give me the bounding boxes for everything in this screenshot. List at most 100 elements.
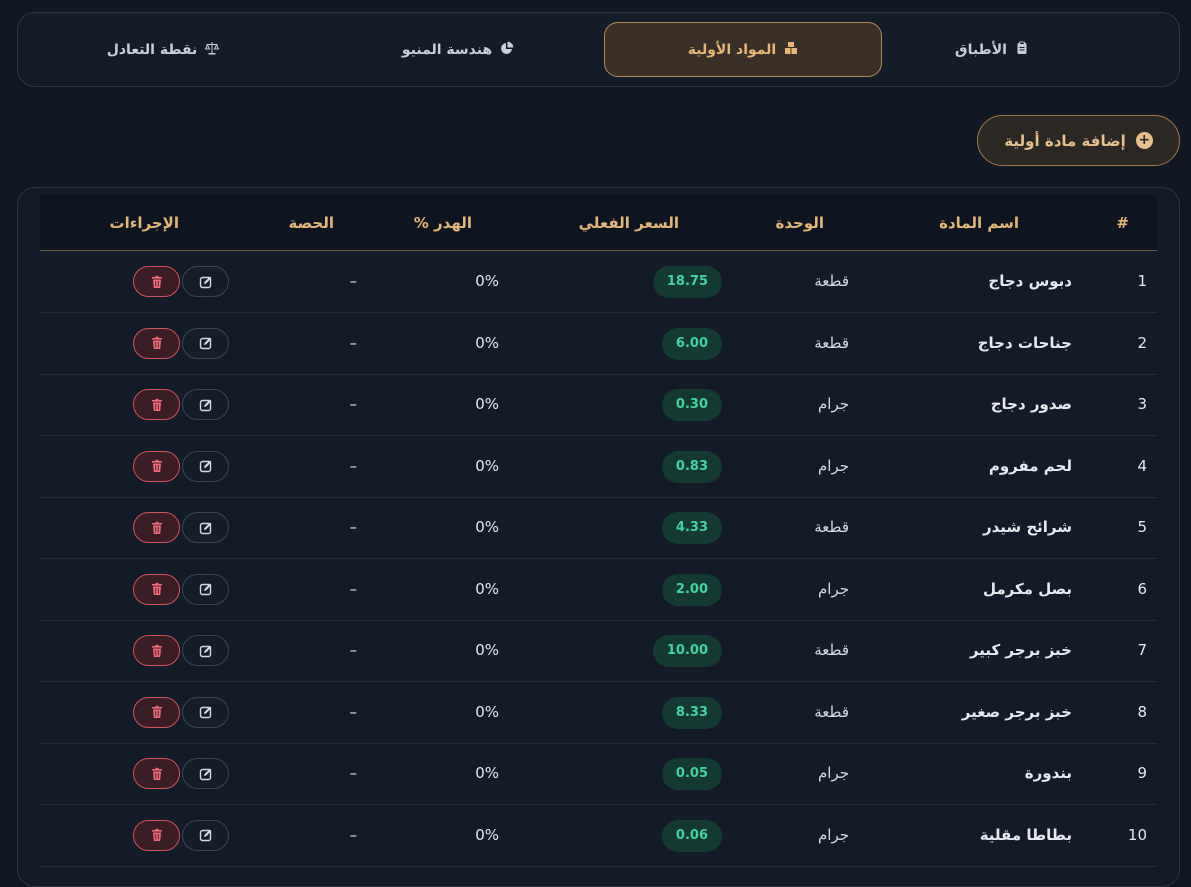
edit-button[interactable] [182, 758, 229, 789]
table-header: # اسم المادة الوحدة السعر الفعلي الهدر %… [40, 195, 1157, 251]
delete-button[interactable] [133, 573, 180, 605]
edit-icon [199, 582, 213, 596]
edit-icon [199, 644, 213, 658]
add-raw-material-button[interactable]: + إضافة مادة أولية [977, 115, 1180, 166]
row-index: 4 [1137, 456, 1147, 475]
tab-menu-engineering-label: هندسة المنيو [401, 41, 493, 58]
row-portion: – [349, 333, 358, 352]
delete-button[interactable] [133, 635, 180, 666]
row-unit: جرام [817, 764, 849, 782]
delete-button[interactable] [133, 696, 180, 728]
row-unit: قطعة [814, 702, 849, 721]
row-price-badge: 10.00 [652, 635, 722, 667]
trash-icon [150, 521, 164, 535]
delete-button[interactable] [133, 266, 180, 297]
row-unit: جرام [817, 395, 849, 413]
tab-menu-engineering[interactable]: هندسة المنيو [318, 22, 598, 77]
row-price-badge: 4.33 [661, 512, 722, 544]
row-unit: قطعة [814, 272, 849, 290]
row-unit: جرام [817, 456, 849, 475]
row-price-badge: 0.05 [661, 758, 722, 790]
table-row: 9 بندورة جرام 0.05 0% – [40, 743, 1157, 805]
row-price-badge: 6.00 [661, 327, 722, 360]
edit-button[interactable] [182, 635, 229, 666]
row-portion: – [349, 641, 358, 659]
table-row: 3 صدور دجاج جرام 0.30 0% – [40, 374, 1157, 436]
tab-dishes-label: الأطباق [955, 41, 1007, 58]
row-material-name: لحم مفروم [988, 456, 1072, 475]
table-row: 6 بصل مكرمل جرام 2.00 0% – [40, 559, 1157, 621]
edit-icon [199, 275, 213, 289]
row-index: 8 [1137, 702, 1147, 721]
delete-button[interactable] [133, 758, 180, 789]
header-index: # [1116, 214, 1129, 232]
edit-button[interactable] [182, 819, 229, 851]
table-row: 2 جناحات دجاج قطعة 6.00 0% – [40, 313, 1157, 375]
trash-icon [150, 275, 164, 289]
delete-button[interactable] [133, 819, 180, 851]
row-waste: 0% [475, 395, 499, 413]
row-price-badge: 0.06 [661, 819, 722, 852]
row-material-name: جناحات دجاج [977, 333, 1072, 352]
tab-raw-materials-label: المواد الأولية [687, 41, 777, 58]
table-row: 10 بطاطا مقلية جرام 0.06 0% – [40, 805, 1157, 867]
trash-icon [150, 459, 164, 473]
row-waste: 0% [475, 764, 499, 782]
row-unit: قطعة [814, 333, 849, 352]
header-portion: الحصة [288, 214, 334, 232]
row-material-name: خبز برجر صغير [961, 702, 1072, 721]
table-row: 7 خبز برجر كبير قطعة 10.00 0% – [40, 620, 1157, 682]
row-index: 1 [1137, 272, 1147, 290]
edit-button[interactable] [182, 512, 229, 543]
edit-button[interactable] [182, 450, 229, 482]
table-row: 5 شرائح شيدر قطعة 4.33 0% – [40, 497, 1157, 559]
header-unit: الوحدة [775, 214, 824, 232]
row-waste: 0% [475, 456, 499, 475]
row-price-badge: 2.00 [661, 573, 722, 606]
row-index: 5 [1137, 518, 1147, 536]
row-price-badge: 8.33 [661, 696, 722, 729]
trash-icon [150, 336, 164, 350]
row-price-badge: 0.83 [661, 450, 722, 483]
row-waste: 0% [475, 579, 499, 598]
tab-break-even[interactable]: نقطة التعادل [38, 22, 288, 77]
edit-icon [199, 336, 213, 350]
row-index: 7 [1137, 641, 1147, 659]
tab-raw-materials[interactable]: المواد الأولية [604, 22, 882, 77]
edit-button[interactable] [182, 266, 229, 297]
trash-icon [150, 644, 164, 658]
row-index: 6 [1137, 579, 1147, 598]
delete-button[interactable] [133, 327, 180, 359]
row-price-badge: 0.30 [661, 389, 722, 421]
table-row: 1 دبوس دجاج قطعة 18.75 0% – [40, 251, 1157, 313]
edit-button[interactable] [182, 327, 229, 359]
row-unit: جرام [817, 579, 849, 598]
header-waste: الهدر % [413, 214, 472, 232]
edit-icon [199, 398, 213, 412]
trash-icon [150, 582, 164, 596]
header-actions: الإجراءات [109, 214, 179, 232]
row-unit: قطعة [814, 641, 849, 659]
row-waste: 0% [475, 825, 499, 844]
trash-icon [150, 767, 164, 781]
edit-icon [199, 828, 213, 842]
delete-button[interactable] [133, 450, 180, 482]
scale-icon [205, 41, 220, 59]
delete-button[interactable] [133, 389, 180, 420]
row-index: 2 [1137, 333, 1147, 352]
edit-button[interactable] [182, 573, 229, 605]
row-index: 9 [1137, 764, 1147, 782]
edit-button[interactable] [182, 696, 229, 728]
tab-dishes[interactable]: الأطباق [872, 22, 1112, 77]
trash-icon [150, 398, 164, 412]
header-name: اسم المادة [939, 214, 1019, 232]
edit-icon [199, 767, 213, 781]
row-waste: 0% [475, 272, 499, 290]
delete-button[interactable] [133, 512, 180, 543]
row-portion: – [349, 702, 358, 721]
edit-button[interactable] [182, 389, 229, 420]
row-material-name: خبز برجر كبير [969, 641, 1072, 659]
clipboard-icon [1015, 41, 1029, 59]
add-raw-material-label: إضافة مادة أولية [1004, 131, 1126, 150]
row-material-name: بصل مكرمل [982, 579, 1072, 598]
